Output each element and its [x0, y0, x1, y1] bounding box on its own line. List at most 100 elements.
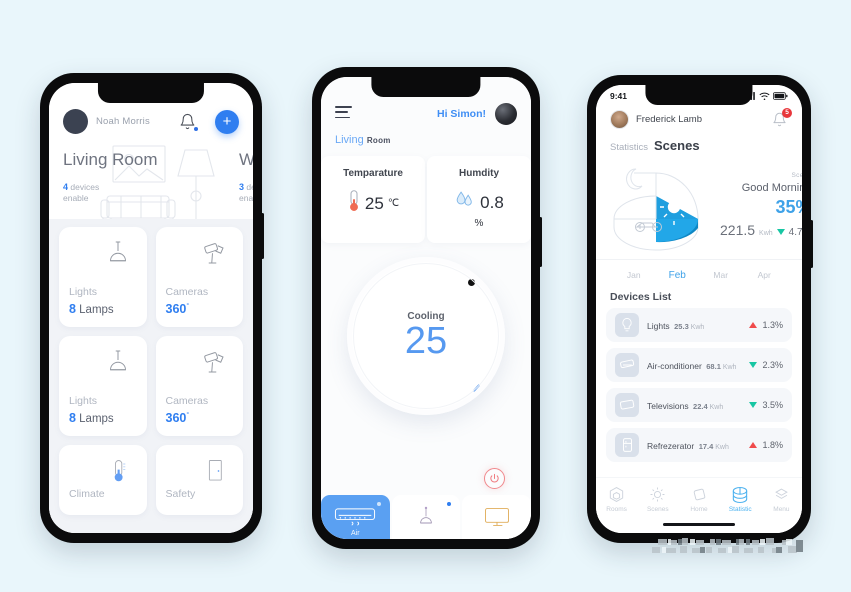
room-devices-status: 4 devices enable — [63, 181, 225, 205]
dial-knob-handle[interactable] — [468, 279, 475, 286]
tile-label: Lights — [69, 285, 98, 298]
temperature-value: 25 — [364, 193, 384, 213]
power-button[interactable] — [484, 468, 505, 489]
room-card-workspace[interactable]: Wo 3 dev enab — [225, 144, 253, 205]
phone2-screen: Hi Simon! Living Room Temparature 25 ℃ H… — [321, 77, 531, 539]
device-kwh-unit: Kwh — [722, 364, 737, 371]
tab-scenes[interactable]: Scenes — [654, 138, 700, 153]
devices-label: dev — [246, 181, 253, 192]
phone-mockup-3: 9:41 Frederick Lamb 5 Statistics Scenes … — [587, 75, 813, 543]
device-tiles-grid: Lights 8 Lamps Cameras 360° Lights 8 Lam… — [59, 226, 243, 515]
kwh-value: 221.5 — [720, 222, 756, 238]
air-conditioner-icon — [335, 508, 376, 526]
thermostat-dial[interactable]: Cooling 25 — [347, 257, 505, 415]
device-kwh: 22.4 — [693, 402, 708, 411]
humidity-unit: % — [474, 218, 484, 229]
pendant-lamp-icon — [103, 239, 133, 274]
tile-lights-1[interactable]: Lights 8 Lamps — [59, 226, 147, 327]
tile-cameras-2[interactable]: Cameras 360° — [155, 335, 243, 436]
nav-item-menu[interactable]: Menu — [761, 485, 802, 513]
trend-down-icon — [749, 402, 758, 408]
scene-energy-row: 221.5 Kwh 4.7% — [720, 222, 802, 238]
tab-air-conditioner[interactable]: Air — [321, 495, 390, 539]
tab-status-dot — [447, 502, 452, 506]
power-side-button[interactable] — [261, 213, 264, 259]
device-kwh-unit: Kwh — [709, 404, 724, 411]
card-temperature[interactable]: Temparature 25 ℃ — [321, 156, 425, 243]
month-jan[interactable]: Jan — [612, 270, 656, 281]
device-row-refrigerator[interactable]: Refrezerator 17.4 Kwh 1.8% — [606, 428, 792, 462]
avatar[interactable] — [63, 109, 88, 134]
device-kwh: 68.1 — [706, 362, 721, 371]
tile-value-unit: Lamps — [79, 412, 114, 425]
kwh-unit: Kwh — [759, 230, 773, 237]
tab-tv[interactable] — [462, 495, 531, 539]
nav-item-scenes[interactable]: Scenes — [637, 485, 678, 513]
tile-value-number: 8 — [69, 410, 76, 425]
room-card-living-room[interactable]: Living Room 4 devices enable — [49, 144, 225, 219]
pendant-lamp-icon — [420, 506, 432, 524]
avatar[interactable] — [495, 103, 517, 125]
device-row-air-conditioner[interactable]: Air-conditioner 68.1 Kwh 2.3% — [606, 348, 792, 382]
power-side-button[interactable] — [810, 220, 813, 268]
avatar[interactable] — [610, 110, 629, 129]
notification-bell-button[interactable] — [179, 113, 198, 131]
nav-label: Rooms — [606, 506, 627, 513]
device-row-televisions[interactable]: Televisions 22.4 Kwh 3.5% — [606, 388, 792, 422]
device-delta-group: 2.3% — [749, 360, 783, 370]
power-side-button[interactable] — [539, 217, 542, 267]
devices-list-title: Devices List — [610, 291, 672, 303]
home-app: Noah Morris + Living Room 4 devices enab… — [49, 83, 253, 533]
scene-name: Good Morning — [741, 182, 802, 194]
tile-value: 360° — [166, 411, 234, 425]
device-energy: 17.4 Kwh — [698, 442, 729, 451]
device-tiles-section: Lights 8 Lamps Cameras 360° Lights 8 Lam… — [49, 218, 253, 533]
power-icon — [490, 473, 499, 483]
tile-value-sup: ° — [186, 411, 190, 419]
tab-lights[interactable] — [391, 495, 461, 539]
device-delta-group: 3.5% — [749, 400, 783, 410]
notch — [371, 77, 481, 97]
trend-down-icon — [749, 362, 758, 368]
rooms-carousel[interactable]: Living Room 4 devices enable Wo 3 dev en… — [49, 140, 253, 219]
card-humidity[interactable]: Humdity 0.8 % — [427, 156, 531, 243]
device-name: Televisions — [647, 401, 689, 411]
tab-statistics[interactable]: Statistics — [610, 142, 648, 153]
menu-icon — [761, 485, 802, 504]
temperature-unit: ℃ — [387, 198, 400, 209]
tile-safety[interactable]: Safety — [155, 444, 243, 515]
pendant-lamp-icon — [103, 348, 133, 383]
enable-label: enab — [239, 193, 253, 204]
month-apr[interactable]: Apr — [743, 270, 787, 281]
tile-lights-2[interactable]: Lights 8 Lamps — [59, 335, 147, 436]
battery-icon — [773, 92, 788, 100]
nav-item-home[interactable]: Home — [678, 485, 719, 513]
add-button[interactable]: + — [215, 109, 239, 134]
month-mar[interactable]: Mar — [699, 270, 743, 281]
device-delta: 2.3% — [762, 360, 783, 370]
tile-value: 8 Lamps — [69, 302, 137, 316]
tile-cameras-1[interactable]: Cameras 360° — [155, 226, 243, 327]
device-row-lights[interactable]: Lights 25.3 Kwh 1.3% — [606, 308, 792, 342]
room-primary: Living — [335, 134, 364, 146]
device-kwh: 17.4 — [698, 442, 714, 451]
greeting-text: Hi Simon! — [437, 108, 486, 120]
nav-label: Scenes — [646, 506, 669, 513]
room-title: Wo — [239, 150, 253, 169]
card-value-row: 25 ℃ — [331, 189, 415, 218]
nav-label: Home — [690, 506, 708, 513]
card-value-row: 0.8 — [437, 189, 521, 216]
scene-details: Scene Good Morning 35% 221.5 Kwh 4.7% — [720, 172, 802, 238]
nav-item-statistic[interactable]: Statistic — [720, 485, 761, 513]
tile-value-number: 8 — [69, 301, 76, 316]
month-feb[interactable]: Feb — [656, 270, 700, 281]
device-info: Air-conditioner 68.1 Kwh — [647, 356, 741, 374]
tv-icon — [615, 393, 639, 417]
device-name: Refrezerator — [647, 441, 695, 451]
nav-item-rooms[interactable]: Rooms — [596, 485, 637, 513]
notification-bell-button[interactable]: 5 — [772, 107, 792, 128]
thermostat-dial-area: Cooling 25 — [321, 243, 531, 495]
hamburger-menu-icon[interactable] — [335, 106, 352, 121]
room-title: Living Room — [63, 150, 158, 169]
tile-climate[interactable]: Climate — [59, 444, 147, 515]
